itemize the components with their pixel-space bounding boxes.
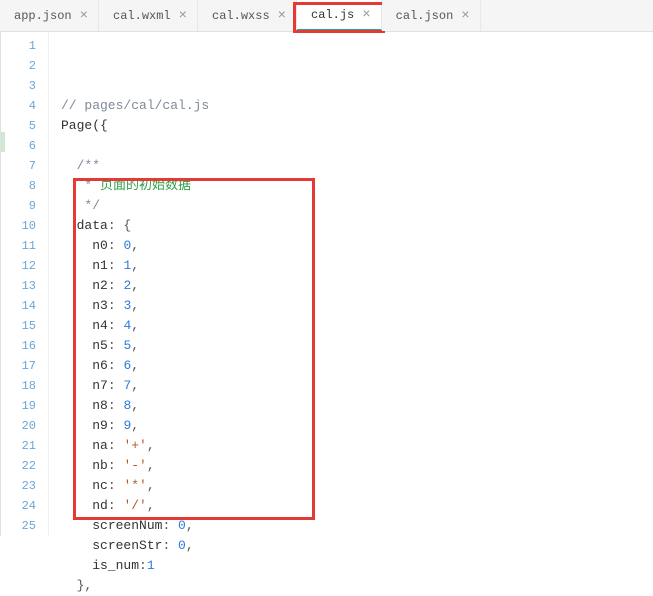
line-number: 4 <box>1 96 36 116</box>
code-line: screenStr: 0, <box>61 536 653 556</box>
line-number: 25 <box>1 516 36 536</box>
line-number: 21 <box>1 436 36 456</box>
code-line: n2: 2, <box>61 276 653 296</box>
code-line: // pages/cal/cal.js <box>61 96 653 116</box>
gutter: 1234567891011121314151617181920212223242… <box>1 32 49 536</box>
code-line: nc: '*', <box>61 476 653 496</box>
line-number: 18 <box>1 376 36 396</box>
code-line: screenNum: 0, <box>61 516 653 536</box>
close-icon[interactable]: × <box>80 9 88 23</box>
code-line: n6: 6, <box>61 356 653 376</box>
line-number: 12 <box>1 256 36 276</box>
line-number: 1 <box>1 36 36 56</box>
line-number: 13 <box>1 276 36 296</box>
code-line: n4: 4, <box>61 316 653 336</box>
line-number: 19 <box>1 396 36 416</box>
line-number: 8 <box>1 176 36 196</box>
code-line: n7: 7, <box>61 376 653 396</box>
code-line: nb: '-', <box>61 456 653 476</box>
code-line: }, <box>61 576 653 596</box>
line-number: 10 <box>1 216 36 236</box>
line-number: 2 <box>1 56 36 76</box>
tab-cal-json[interactable]: cal.json × <box>382 0 481 31</box>
line-number: 15 <box>1 316 36 336</box>
code-line: data: { <box>61 216 653 236</box>
close-icon[interactable]: × <box>179 9 187 23</box>
code-line: n9: 9, <box>61 416 653 436</box>
code-line: n0: 0, <box>61 236 653 256</box>
tab-label: cal.json <box>396 9 454 23</box>
code-line: /** <box>61 156 653 176</box>
code-area[interactable]: // pages/cal/cal.jsPage({ /** * 页面的初始数据 … <box>49 32 653 536</box>
code-line: nd: '/', <box>61 496 653 516</box>
code-line: n8: 8, <box>61 396 653 416</box>
tab-label: cal.wxml <box>113 9 171 23</box>
tab-app-json[interactable]: app.json × <box>0 0 99 31</box>
line-number: 24 <box>1 496 36 516</box>
code-line: n3: 3, <box>61 296 653 316</box>
line-number: 5 <box>1 116 36 136</box>
line-number: 20 <box>1 416 36 436</box>
line-number: 16 <box>1 336 36 356</box>
line-number: 14 <box>1 296 36 316</box>
tab-label: cal.js <box>311 8 354 22</box>
line-number: 17 <box>1 356 36 376</box>
close-icon[interactable]: × <box>362 8 370 22</box>
line-number: 11 <box>1 236 36 256</box>
tab-cal-wxss[interactable]: cal.wxss × <box>198 0 297 31</box>
tab-cal-wxml[interactable]: cal.wxml × <box>99 0 198 31</box>
code-line: * 页面的初始数据 <box>61 176 653 196</box>
line-number: 7 <box>1 156 36 176</box>
tab-cal-js[interactable]: cal.js × <box>297 0 382 31</box>
code-line: Page({ <box>61 116 653 136</box>
code-line: n1: 1, <box>61 256 653 276</box>
tab-label: app.json <box>14 9 72 23</box>
editor: 1234567891011121314151617181920212223242… <box>0 32 653 536</box>
close-icon[interactable]: × <box>461 9 469 23</box>
line-number: 6 <box>1 136 36 156</box>
line-number: 23 <box>1 476 36 496</box>
line-number: 22 <box>1 456 36 476</box>
close-icon[interactable]: × <box>278 9 286 23</box>
code-line: n5: 5, <box>61 336 653 356</box>
code-line: */ <box>61 196 653 216</box>
code-line <box>61 136 653 156</box>
line-number: 9 <box>1 196 36 216</box>
change-marker <box>1 132 5 152</box>
tab-label: cal.wxss <box>212 9 270 23</box>
tab-bar: app.json×cal.wxml×cal.wxss×cal.js×cal.js… <box>0 0 653 32</box>
code-line: na: '+', <box>61 436 653 456</box>
line-number: 3 <box>1 76 36 96</box>
code-line: is_num:1 <box>61 556 653 576</box>
